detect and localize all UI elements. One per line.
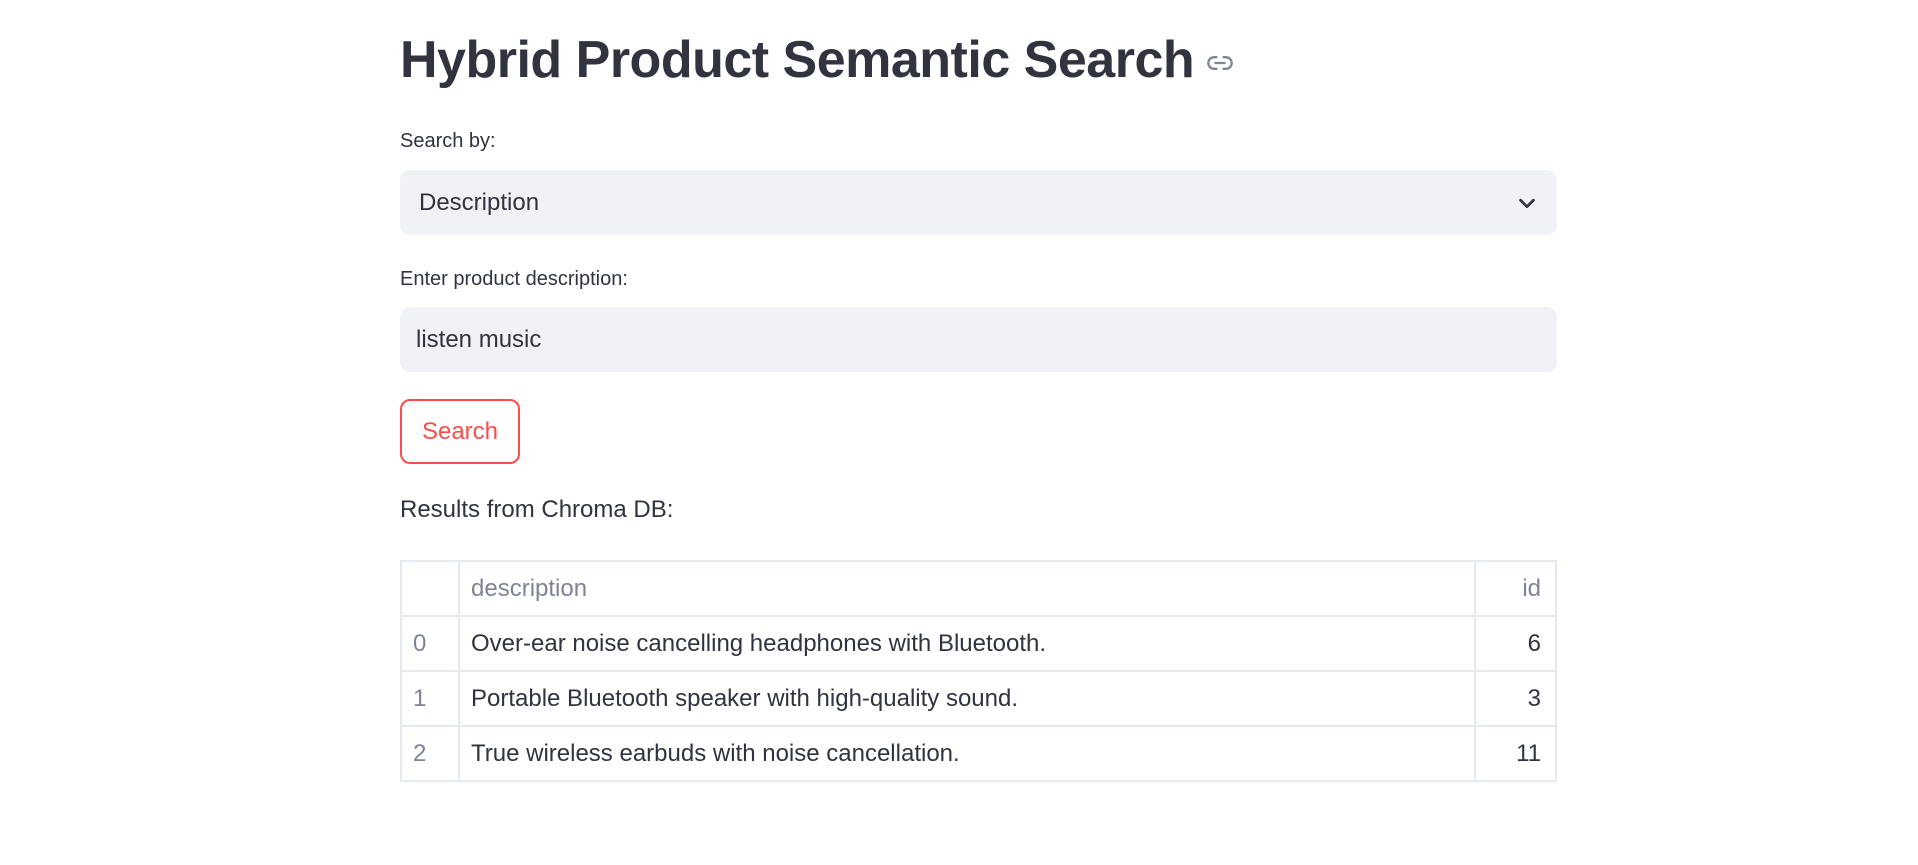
search-by-selected-value: Description bbox=[419, 188, 540, 216]
table-header-row: description id bbox=[402, 562, 1555, 617]
link-icon[interactable] bbox=[1206, 49, 1234, 77]
search-button[interactable]: Search bbox=[400, 399, 520, 464]
header-index-cell bbox=[402, 562, 460, 615]
id-cell[interactable]: 11 bbox=[1476, 727, 1555, 780]
id-cell[interactable]: 6 bbox=[1476, 617, 1555, 670]
id-cell[interactable]: 3 bbox=[1476, 672, 1555, 725]
row-index-cell: 0 bbox=[402, 617, 460, 670]
description-cell[interactable]: Portable Bluetooth speaker with high-qua… bbox=[460, 672, 1476, 725]
description-cell[interactable]: Over-ear noise cancelling headphones wit… bbox=[460, 617, 1476, 670]
description-cell[interactable]: True wireless earbuds with noise cancell… bbox=[460, 727, 1476, 780]
title-row: Hybrid Product Semantic Search bbox=[400, 28, 1234, 92]
table-row[interactable]: 2 True wireless earbuds with noise cance… bbox=[402, 727, 1555, 780]
header-description-cell[interactable]: description bbox=[460, 562, 1476, 615]
search-by-label: Search by: bbox=[400, 130, 496, 152]
chevron-down-icon bbox=[1515, 191, 1539, 215]
description-input-label: Enter product description: bbox=[400, 268, 628, 290]
row-index-cell: 1 bbox=[402, 672, 460, 725]
search-by-select[interactable]: Description bbox=[400, 170, 1557, 235]
table-row[interactable]: 1 Portable Bluetooth speaker with high-q… bbox=[402, 672, 1555, 727]
results-table[interactable]: description id 0 Over-ear noise cancelli… bbox=[400, 560, 1557, 782]
page-title: Hybrid Product Semantic Search bbox=[400, 31, 1195, 89]
row-index-cell: 2 bbox=[402, 727, 460, 780]
table-row[interactable]: 0 Over-ear noise cancelling headphones w… bbox=[402, 617, 1555, 672]
description-input[interactable] bbox=[400, 307, 1557, 372]
header-id-cell[interactable]: id bbox=[1476, 562, 1555, 615]
results-label: Results from Chroma DB: bbox=[400, 496, 674, 523]
